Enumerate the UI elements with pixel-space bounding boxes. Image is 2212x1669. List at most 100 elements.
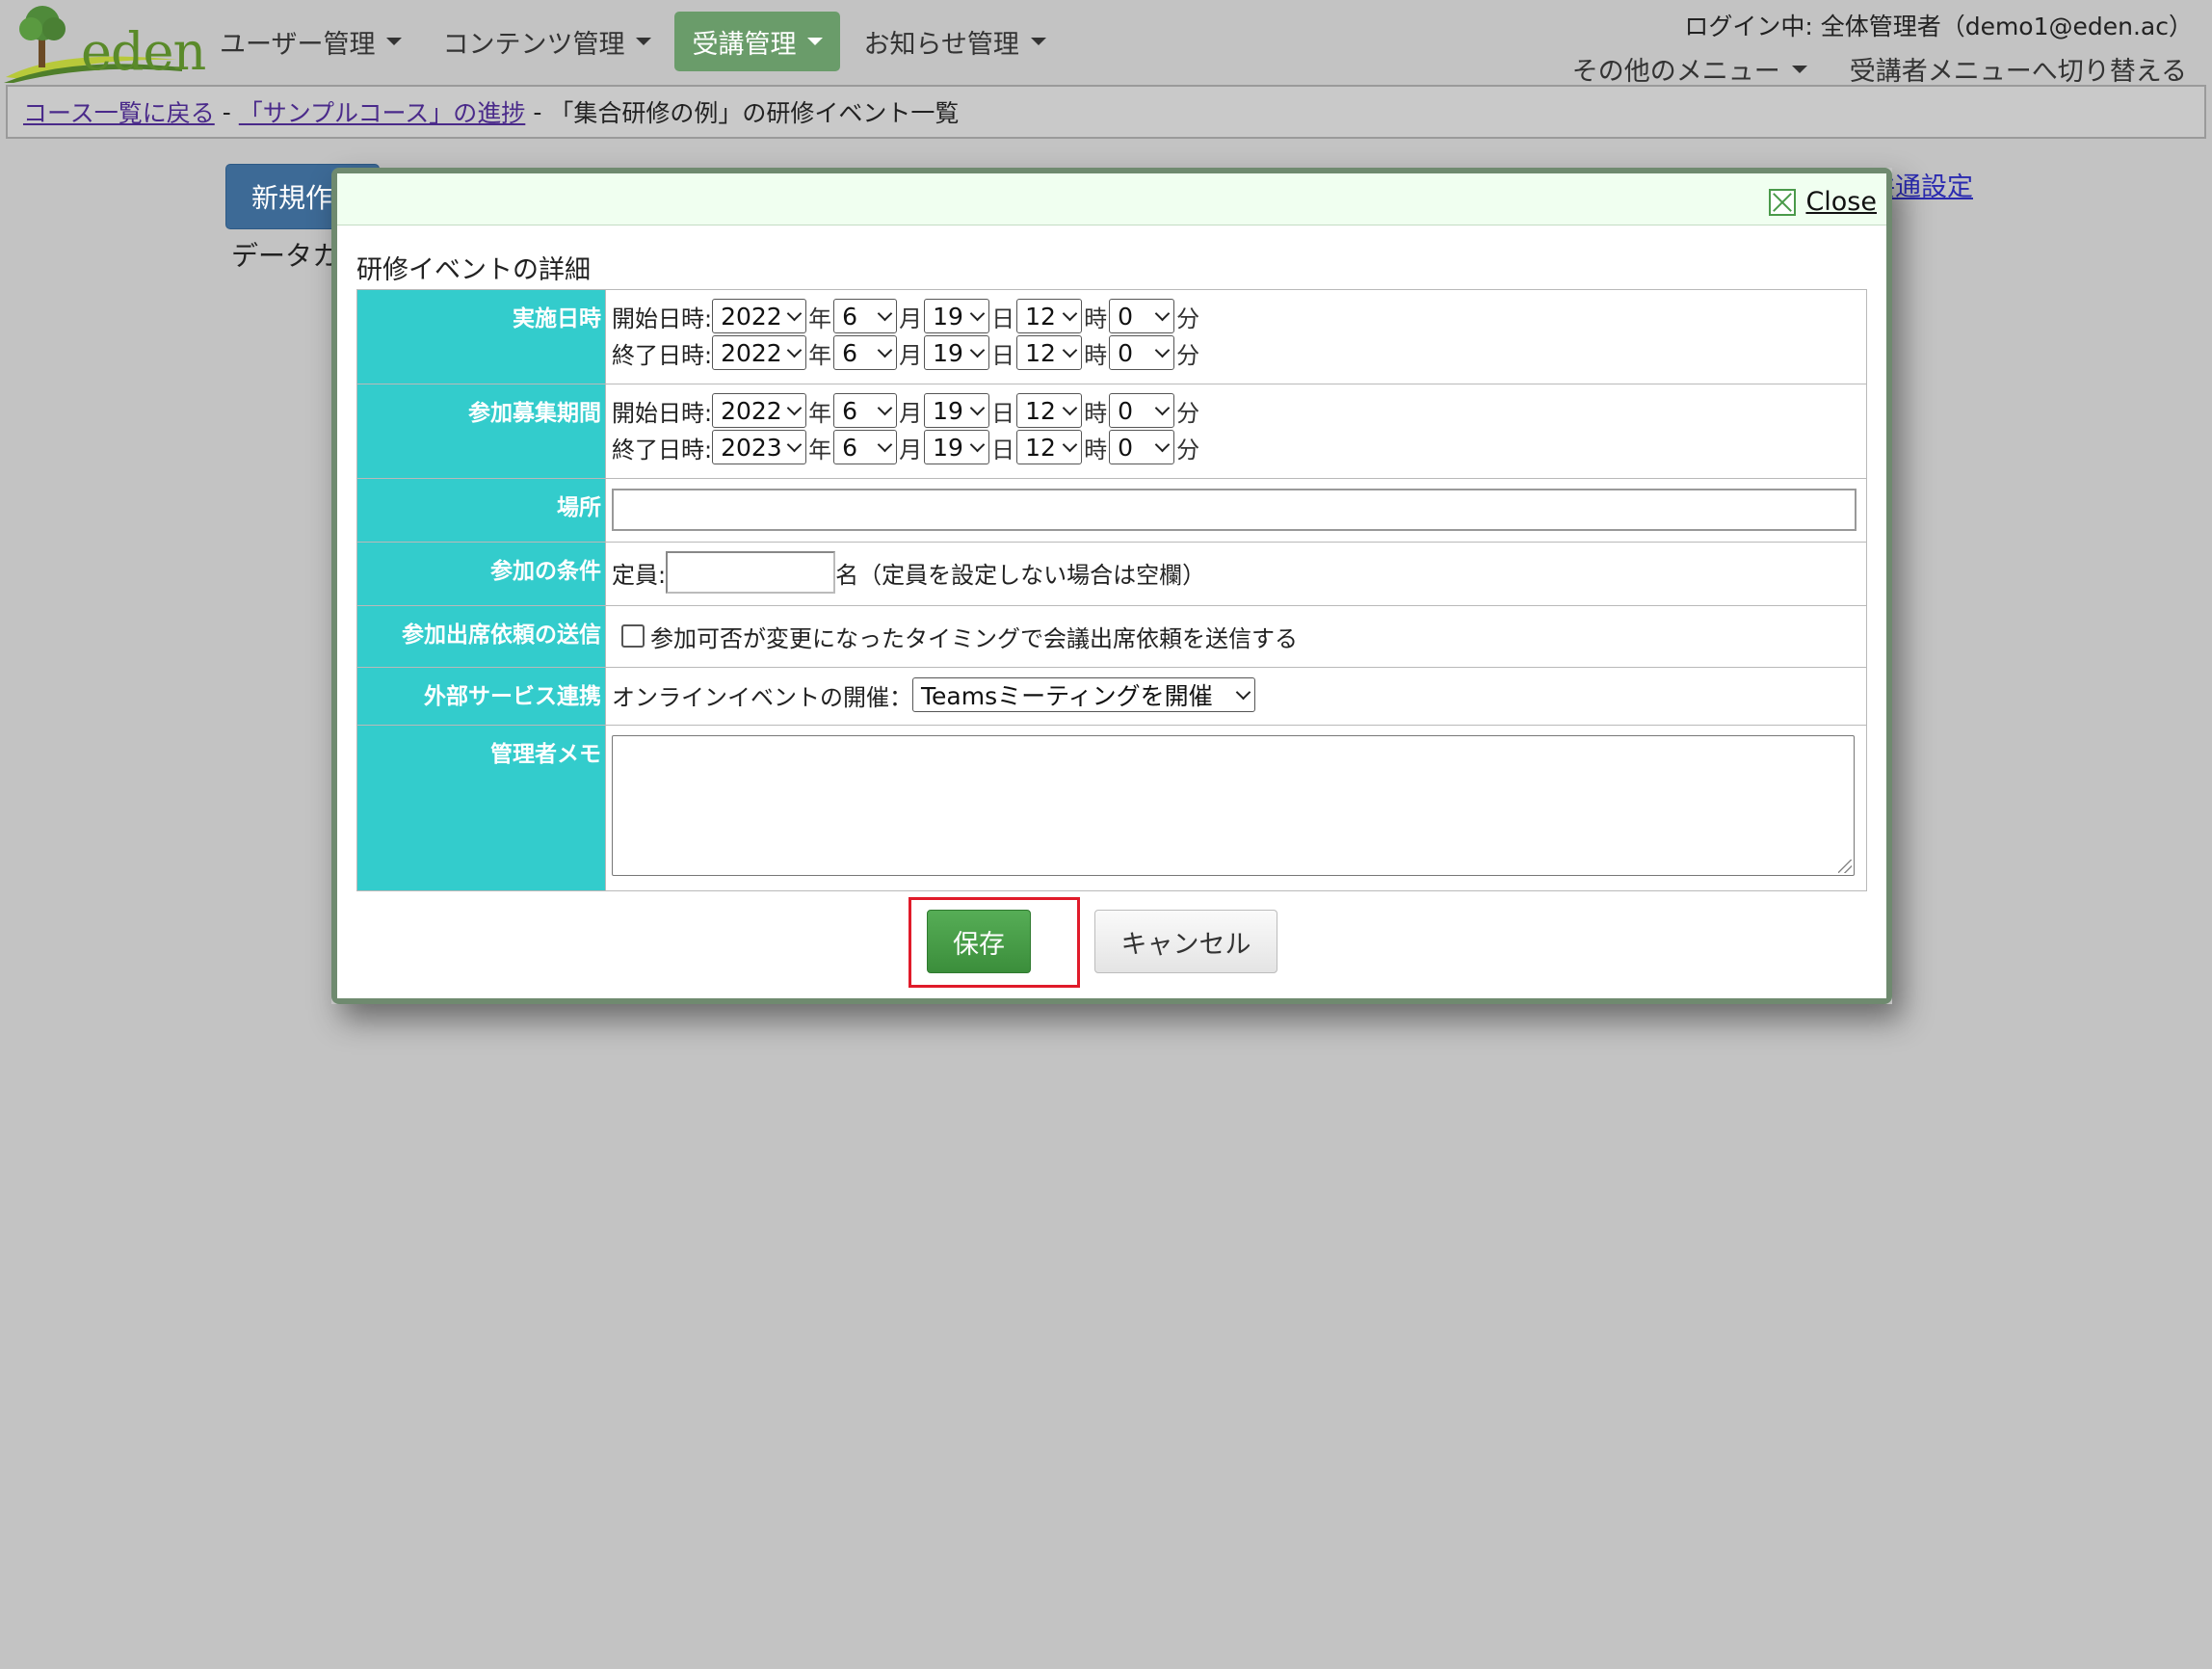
unit-year: 年 bbox=[808, 305, 832, 332]
close-icon[interactable] bbox=[1769, 188, 1797, 216]
label-attendance-request: 参加出席依頼の送信 bbox=[356, 605, 606, 668]
event-detail-form: 実施日時 開始日時: 2022 年 6 月 19 日 12 時 0 分 終了日時… bbox=[356, 289, 1867, 891]
impl-end-day-select[interactable]: 19 bbox=[924, 335, 990, 370]
row-external-service: 外部サービス連携 オンラインイベントの開催： Teamsミーティングを開催 bbox=[356, 667, 1867, 726]
recruit-start-minute-select[interactable]: 0 bbox=[1109, 393, 1175, 428]
cancel-button[interactable]: キャンセル bbox=[1094, 910, 1277, 973]
unit-minute: 分 bbox=[1176, 341, 1200, 369]
chevron-down-icon bbox=[969, 342, 986, 358]
main-nav: ユーザー管理 コンテンツ管理 受講管理 お知らせ管理 bbox=[202, 12, 1069, 75]
end-datetime-label: 終了日時: bbox=[612, 436, 713, 464]
unit-day: 日 bbox=[991, 341, 1015, 369]
recruit-end-minute-select[interactable]: 0 bbox=[1109, 430, 1175, 464]
data-status-text: データカ bbox=[231, 240, 340, 272]
save-button[interactable]: 保存 bbox=[927, 910, 1031, 973]
selected-value: 6 bbox=[842, 302, 857, 331]
implementation-datetime-fields: 開始日時: 2022 年 6 月 19 日 12 時 0 分 終了日時: 202… bbox=[605, 289, 1867, 384]
nav-user-management[interactable]: ユーザー管理 bbox=[202, 12, 419, 71]
recruit-start-day-select[interactable]: 19 bbox=[924, 393, 990, 428]
chevron-down-icon bbox=[1154, 305, 1171, 321]
impl-end-year-select[interactable]: 2022 bbox=[712, 335, 807, 370]
breadcrumb-course-progress-link[interactable]: 「サンプルコース」の進捗 bbox=[239, 94, 526, 129]
chevron-down-icon bbox=[786, 400, 803, 415]
unit-year: 年 bbox=[808, 341, 832, 369]
selected-value: 19 bbox=[933, 396, 963, 425]
recruit-end-day-select[interactable]: 19 bbox=[924, 430, 990, 464]
nav-label: ユーザー管理 bbox=[220, 29, 376, 60]
impl-end-minute-select[interactable]: 0 bbox=[1109, 335, 1175, 370]
recruit-start-hour-select[interactable]: 12 bbox=[1016, 393, 1083, 428]
caret-down-icon bbox=[1791, 65, 1807, 73]
selected-value: 19 bbox=[933, 302, 963, 331]
impl-start-year-select[interactable]: 2022 bbox=[712, 299, 807, 333]
chevron-down-icon bbox=[1154, 437, 1171, 452]
recruit-start-month-select[interactable]: 6 bbox=[833, 393, 898, 428]
place-input[interactable] bbox=[612, 489, 1856, 531]
nav-announcement-management[interactable]: お知らせ管理 bbox=[846, 12, 1063, 71]
recruit-end-hour-select[interactable]: 12 bbox=[1016, 430, 1083, 464]
chevron-down-icon bbox=[969, 400, 986, 415]
selected-value: Teamsミーティングを開催 bbox=[921, 682, 1213, 710]
unit-year: 年 bbox=[808, 436, 832, 464]
impl-start-day-select[interactable]: 19 bbox=[924, 299, 990, 333]
nav-label: 受講管理 bbox=[692, 29, 797, 60]
modal-body: Close 研修イベントの詳細 実施日時 開始日時: 2022 年 6 月 19… bbox=[337, 173, 1886, 998]
row-participation-conditions: 参加の条件 定員: 名（定員を設定しない場合は空欄） bbox=[356, 542, 1867, 606]
send-meeting-request-checkbox[interactable] bbox=[621, 624, 645, 648]
caret-down-icon bbox=[1030, 38, 1046, 45]
selected-value: 19 bbox=[933, 433, 963, 462]
unit-day: 日 bbox=[991, 436, 1015, 464]
label-admin-memo: 管理者メモ bbox=[356, 725, 606, 891]
chevron-down-icon bbox=[1154, 400, 1171, 415]
implementation-start-line: 開始日時: 2022 年 6 月 19 日 12 時 0 分 bbox=[612, 298, 1862, 334]
unit-day: 日 bbox=[991, 305, 1015, 332]
capacity-suffix: 名（定員を設定しない場合は空欄） bbox=[835, 561, 1206, 589]
recruitment-end-line: 終了日時: 2023 年 6 月 19 日 12 時 0 分 bbox=[612, 429, 1862, 465]
recruit-end-month-select[interactable]: 6 bbox=[833, 430, 898, 464]
capacity-line: 定員: 名（定員を設定しない場合は空欄） bbox=[612, 550, 1862, 595]
nav-label: お知らせ管理 bbox=[863, 29, 1019, 60]
resize-grip-icon[interactable] bbox=[1838, 860, 1852, 873]
unit-minute: 分 bbox=[1176, 399, 1200, 427]
switch-to-learner-menu[interactable]: 受講者メニューへ切り替える bbox=[1850, 50, 2187, 88]
recruitment-period-fields: 開始日時: 2022 年 6 月 19 日 12 時 0 分 終了日時: 202… bbox=[605, 384, 1867, 479]
unit-minute: 分 bbox=[1176, 436, 1200, 464]
unit-month: 月 bbox=[899, 305, 923, 332]
eden-logo[interactable]: eden bbox=[4, 0, 206, 83]
selected-value: 0 bbox=[1118, 338, 1133, 367]
chevron-down-icon bbox=[877, 400, 893, 415]
breadcrumb-course-list-link[interactable]: コース一覧に戻る bbox=[23, 94, 215, 129]
capacity-input[interactable] bbox=[666, 551, 836, 594]
nav-content-management[interactable]: コンテンツ管理 bbox=[425, 12, 669, 71]
login-info: ログイン中: 全体管理者（demo1@eden.ac） bbox=[1684, 13, 2193, 40]
modal-button-row: 保存 キャンセル bbox=[337, 894, 1886, 988]
close-link[interactable]: Close bbox=[1805, 187, 1877, 217]
breadcrumb-separator: - bbox=[533, 97, 542, 126]
selected-value: 6 bbox=[842, 433, 857, 462]
participation-conditions-field: 定員: 名（定員を設定しない場合は空欄） bbox=[605, 542, 1867, 606]
breadcrumb-separator: - bbox=[222, 97, 231, 126]
impl-start-hour-select[interactable]: 12 bbox=[1016, 299, 1083, 333]
nav-course-attendance-management[interactable]: 受講管理 bbox=[674, 12, 841, 71]
label-place: 場所 bbox=[356, 478, 606, 543]
impl-start-month-select[interactable]: 6 bbox=[833, 299, 898, 333]
caret-down-icon bbox=[636, 38, 652, 45]
recruit-end-year-select[interactable]: 2023 bbox=[712, 430, 807, 464]
unit-hour: 時 bbox=[1084, 436, 1108, 464]
breadcrumb: コース一覧に戻る - 「サンプルコース」の進捗 - 「集合研修の例」の研修イベン… bbox=[6, 85, 2206, 139]
modal-close-button[interactable]: Close bbox=[1769, 187, 1877, 217]
online-event-select[interactable]: Teamsミーティングを開催 bbox=[912, 677, 1255, 712]
admin-memo-textarea[interactable] bbox=[612, 735, 1855, 876]
other-menu-dropdown[interactable]: その他のメニュー bbox=[1572, 50, 1807, 88]
selected-value: 12 bbox=[1025, 396, 1056, 425]
chevron-down-icon bbox=[969, 305, 986, 321]
send-meeting-request-label[interactable]: 参加可否が変更になったタイミングで会議出席依頼を送信する bbox=[650, 620, 1298, 653]
impl-end-hour-select[interactable]: 12 bbox=[1016, 335, 1083, 370]
unit-month: 月 bbox=[899, 399, 923, 427]
impl-end-month-select[interactable]: 6 bbox=[833, 335, 898, 370]
caret-down-icon bbox=[386, 38, 403, 45]
impl-start-minute-select[interactable]: 0 bbox=[1109, 299, 1175, 333]
chevron-down-icon bbox=[877, 305, 893, 321]
selected-value: 2023 bbox=[721, 433, 782, 462]
recruit-start-year-select[interactable]: 2022 bbox=[712, 393, 807, 428]
